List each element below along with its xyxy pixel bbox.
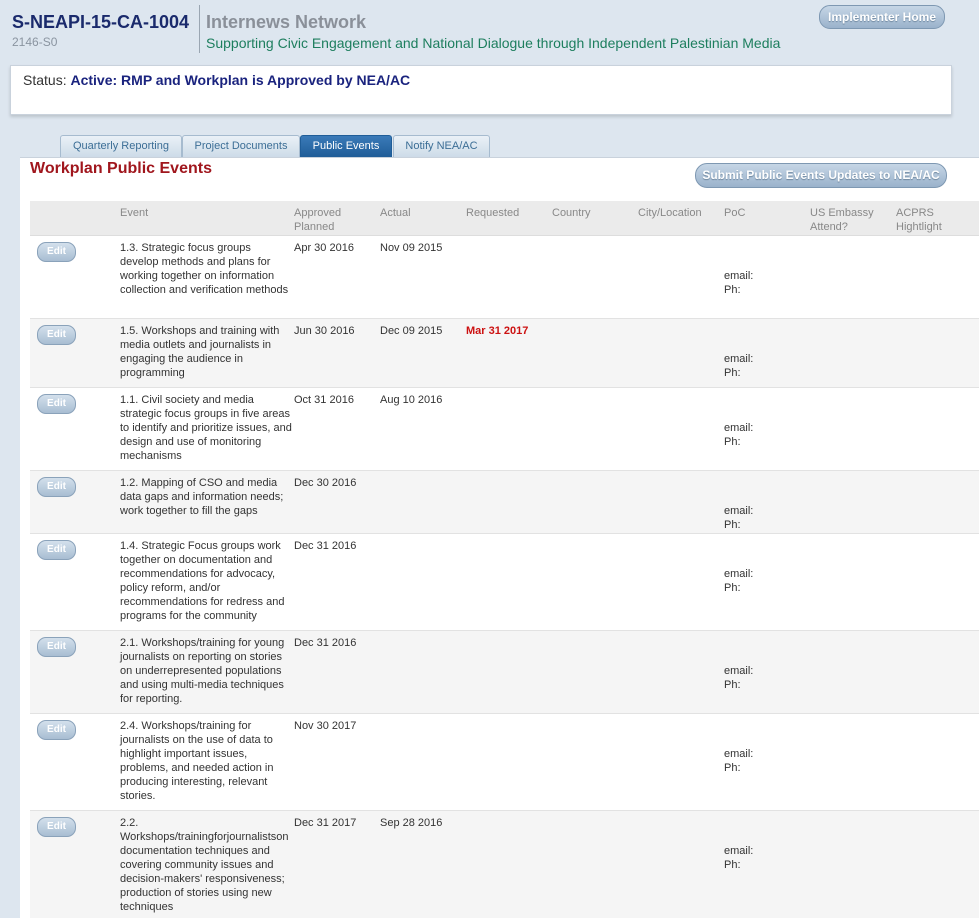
poc-info: email: Ph: [724, 747, 753, 775]
table-row: Edit 1.2. Mapping of CSO and media data … [30, 471, 979, 534]
panel-title: Workplan Public Events [30, 160, 212, 177]
poc-email: email: [724, 568, 754, 580]
edit-button[interactable]: Edit [37, 637, 76, 657]
actual-date: Dec 09 2015 [380, 325, 443, 337]
col-poc: PoC [724, 207, 746, 219]
table-row: Edit 2.1. Workshops/training for young j… [30, 631, 979, 714]
planned-date: Dec 31 2016 [294, 637, 357, 649]
poc-info: email: Ph: [724, 844, 753, 872]
table-row: Edit 2.2. Workshops/trainingforjournalis… [30, 811, 979, 918]
edit-button[interactable]: Edit [37, 720, 76, 740]
public-events-panel: Workplan Public Events Submit Public Eve… [20, 157, 979, 918]
table-row: Edit 1.3. Strategic focus groups develop… [30, 236, 979, 319]
poc-phone: Ph: [724, 859, 741, 871]
tab-quarterly-reporting[interactable]: Quarterly Reporting [60, 135, 182, 157]
poc-email: email: [724, 353, 754, 365]
edit-button[interactable]: Edit [37, 325, 76, 345]
poc-email: email: [724, 505, 754, 517]
table-header: Event Approved Planned Actual Requested … [30, 201, 979, 236]
edit-button[interactable]: Edit [37, 394, 76, 414]
col-city-location: City/Location [638, 207, 702, 219]
event-name: 2.2. Workshops/trainingforjournalistson … [120, 817, 289, 913]
page-header: S-NEAPI-15-CA-1004 2146-S0 Internews Net… [0, 0, 979, 62]
table-row: Edit 1.5. Workshops and training with me… [30, 319, 979, 388]
status-line: Status: Active: RMP and Workplan is Appr… [23, 72, 410, 88]
tab-project-documents[interactable]: Project Documents [182, 135, 300, 157]
organization-name: Internews Network [206, 12, 367, 32]
event-name: 2.1. Workshops/training for young journa… [120, 637, 285, 705]
poc-email: email: [724, 845, 754, 857]
poc-phone: Ph: [724, 679, 741, 691]
event-name: 1.1. Civil society and media strategic f… [120, 394, 292, 462]
tab-notify-nea-ac[interactable]: Notify NEA/AC [393, 135, 490, 157]
table-row: Edit 2.4. Workshops/training for journal… [30, 714, 979, 811]
poc-phone: Ph: [724, 762, 741, 774]
poc-email: email: [724, 665, 754, 677]
requested-date: Mar 31 2017 [466, 325, 529, 337]
poc-info: email: Ph: [724, 269, 753, 297]
col-acprs-label: ACPRS [896, 207, 934, 219]
poc-info: email: Ph: [724, 664, 753, 692]
planned-date: Dec 30 2016 [294, 477, 357, 489]
award-sub-id: 2146-S0 [12, 35, 58, 49]
col-acprs-highlight: ACPRS Hightlight [896, 206, 942, 234]
tab-public-events[interactable]: Public Events [300, 135, 392, 157]
submit-updates-button[interactable]: Submit Public Events Updates to NEA/AC [695, 163, 947, 188]
award-id: S-NEAPI-15-CA-1004 [12, 12, 190, 32]
poc-phone: Ph: [724, 519, 741, 531]
poc-email: email: [724, 270, 754, 282]
event-name: 1.2. Mapping of CSO and media data gaps … [120, 477, 284, 517]
col-requested: Requested [466, 207, 520, 219]
poc-info: email: Ph: [724, 421, 753, 449]
col-actual: Actual [380, 207, 411, 219]
poc-info: email: Ph: [724, 352, 753, 380]
actual-date: Sep 28 2016 [380, 817, 443, 829]
poc-phone: Ph: [724, 367, 741, 379]
poc-email: email: [724, 422, 754, 434]
event-name: 1.5. Workshops and training with media o… [120, 325, 280, 379]
actual-date: Nov 09 2015 [380, 242, 443, 254]
implementer-home-button[interactable]: Implementer Home [819, 5, 945, 29]
planned-date: Dec 31 2016 [294, 540, 357, 552]
col-country: Country [552, 207, 591, 219]
status-label: Status: [23, 72, 67, 88]
planned-date: Apr 30 2016 [294, 242, 354, 254]
poc-phone: Ph: [724, 582, 741, 594]
poc-info: email: Ph: [724, 567, 753, 595]
header-divider [199, 5, 200, 53]
event-name: 1.4. Strategic Focus groups work togethe… [120, 540, 285, 622]
table-row: Edit 1.4. Strategic Focus groups work to… [30, 534, 979, 631]
col-highlight-label: Hightlight [896, 221, 942, 233]
col-approved-planned: Approved Planned [294, 206, 341, 234]
planned-date: Nov 30 2017 [294, 720, 357, 732]
event-name: 1.3. Strategic focus groups develop meth… [120, 242, 289, 296]
col-planned-label: Planned [294, 221, 335, 233]
planned-date: Jun 30 2016 [294, 325, 355, 337]
planned-date: Oct 31 2016 [294, 394, 354, 406]
edit-button[interactable]: Edit [37, 540, 76, 560]
col-event: Event [120, 207, 149, 219]
edit-button[interactable]: Edit [37, 477, 76, 497]
col-us-embassy-attend: US Embassy Attend? [810, 206, 874, 234]
poc-info: email: Ph: [724, 504, 753, 532]
col-embassy-label: US Embassy [810, 207, 874, 219]
project-description: Supporting Civic Engagement and National… [206, 35, 781, 51]
poc-email: email: [724, 748, 754, 760]
status-value: Active: RMP and Workplan is Approved by … [70, 72, 411, 88]
planned-date: Dec 31 2017 [294, 817, 357, 829]
poc-phone: Ph: [724, 284, 741, 296]
actual-date: Aug 10 2016 [380, 394, 443, 406]
poc-phone: Ph: [724, 436, 741, 448]
table-row: Edit 1.1. Civil society and media strate… [30, 388, 979, 471]
edit-button[interactable]: Edit [37, 242, 76, 262]
event-name: 2.4. Workshops/training for journalists … [120, 720, 274, 802]
status-box: Status: Active: RMP and Workplan is Appr… [10, 65, 952, 115]
col-approved-label: Approved [294, 207, 342, 219]
col-attend-label: Attend? [810, 221, 848, 233]
edit-button[interactable]: Edit [37, 817, 76, 837]
